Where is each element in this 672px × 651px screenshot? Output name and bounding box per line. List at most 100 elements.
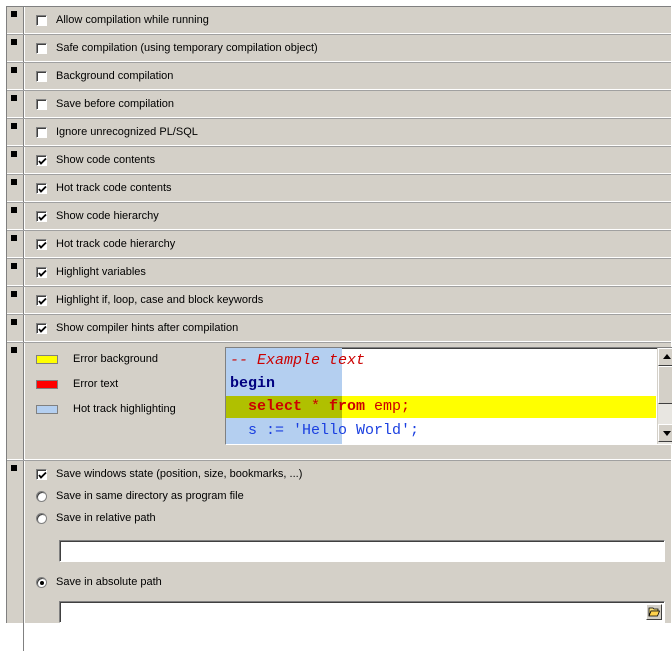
save-windows-state-label: Save windows state (position, size, book… bbox=[56, 468, 303, 480]
option-label: Safe compilation (using temporary compil… bbox=[56, 42, 318, 54]
code-keyword: select bbox=[248, 398, 303, 415]
row-marker-icon bbox=[11, 319, 17, 325]
row-marker-icon bbox=[11, 291, 17, 297]
divider bbox=[23, 7, 24, 34]
code-identifier: emp; bbox=[365, 398, 411, 415]
row-marker-icon bbox=[11, 39, 17, 45]
save-settings-section: Save windows state (position, size, book… bbox=[7, 461, 671, 651]
divider bbox=[23, 287, 24, 314]
row-marker-icon bbox=[11, 465, 17, 471]
save-same-directory-label: Save in same directory as program file bbox=[56, 490, 244, 502]
divider bbox=[23, 63, 24, 90]
option-row-background-compilation[interactable]: Background compilation bbox=[7, 63, 671, 91]
checkbox[interactable] bbox=[36, 295, 47, 306]
checkbox[interactable] bbox=[36, 99, 47, 110]
row-marker-icon bbox=[11, 123, 17, 129]
option-row-hot-track-code-hierarchy[interactable]: Hot track code hierarchy bbox=[7, 231, 671, 259]
option-label: Allow compilation while running bbox=[56, 14, 209, 26]
option-row-safe-compilation[interactable]: Safe compilation (using temporary compil… bbox=[7, 35, 671, 63]
save-absolute-path-radio[interactable] bbox=[36, 577, 47, 588]
code-operator: * bbox=[302, 398, 330, 415]
save-absolute-path-label: Save in absolute path bbox=[56, 576, 162, 588]
option-label: Hot track code hierarchy bbox=[56, 238, 176, 250]
option-row-hot-track-code-contents[interactable]: Hot track code contents bbox=[7, 175, 671, 203]
code-assignment: s := bbox=[248, 422, 294, 439]
divider bbox=[23, 91, 24, 118]
divider bbox=[23, 231, 24, 258]
checkbox[interactable] bbox=[36, 211, 47, 222]
scroll-thumb[interactable] bbox=[658, 366, 672, 404]
option-row-allow-compilation[interactable]: Allow compilation while running bbox=[7, 7, 671, 35]
save-relative-path-label: Save in relative path bbox=[56, 512, 156, 524]
checkbox[interactable] bbox=[36, 71, 47, 82]
checkbox[interactable] bbox=[36, 15, 47, 26]
option-row-highlight-keywords[interactable]: Highlight if, loop, case and block keywo… bbox=[7, 287, 671, 315]
divider bbox=[23, 461, 24, 651]
row-marker-icon bbox=[11, 207, 17, 213]
scroll-down-button[interactable] bbox=[658, 424, 672, 442]
checkbox[interactable] bbox=[36, 239, 47, 250]
row-marker-icon bbox=[11, 179, 17, 185]
save-relative-path-radio[interactable] bbox=[36, 513, 47, 524]
option-label: Show code hierarchy bbox=[56, 210, 159, 222]
option-row-compiler-hints[interactable]: Show compiler hints after compilation bbox=[7, 315, 671, 343]
row-marker-icon bbox=[11, 95, 17, 101]
row-marker-icon bbox=[11, 263, 17, 269]
preferences-panel: Allow compilation while running Safe com… bbox=[6, 6, 672, 651]
folder-open-icon bbox=[648, 607, 660, 617]
error-background-swatch[interactable] bbox=[36, 355, 58, 364]
absolute-path-input[interactable] bbox=[59, 601, 665, 623]
option-label: Highlight if, loop, case and block keywo… bbox=[56, 294, 264, 306]
error-text-label: Error text bbox=[73, 378, 119, 390]
option-label: Save before compilation bbox=[56, 98, 175, 110]
divider bbox=[23, 119, 24, 146]
save-same-directory-radio[interactable] bbox=[36, 491, 47, 502]
divider bbox=[23, 35, 24, 62]
checkmark-icon bbox=[38, 241, 47, 249]
option-label: Highlight variables bbox=[56, 266, 146, 278]
vertical-scrollbar[interactable] bbox=[657, 348, 672, 444]
code-begin: begin bbox=[230, 375, 276, 392]
arrow-down-icon bbox=[663, 431, 671, 436]
code-comment: -- Example text bbox=[230, 352, 366, 369]
option-row-save-before-compilation[interactable]: Save before compilation bbox=[7, 91, 671, 119]
checkbox[interactable] bbox=[36, 43, 47, 54]
relative-path-input[interactable] bbox=[59, 540, 665, 562]
checkbox[interactable] bbox=[36, 183, 47, 194]
divider bbox=[23, 259, 24, 286]
option-label: Ignore unrecognized PL/SQL bbox=[56, 126, 198, 138]
checkmark-icon bbox=[38, 325, 47, 333]
checkbox[interactable] bbox=[36, 127, 47, 138]
checkbox[interactable] bbox=[36, 267, 47, 278]
code-select-line: select * from emp; bbox=[248, 396, 410, 418]
checkmark-icon bbox=[38, 185, 47, 193]
code-assign-line: s := 'Hello World'; bbox=[248, 420, 419, 442]
row-marker-icon bbox=[11, 67, 17, 73]
code-preview[interactable]: -- Example text begin select * from emp;… bbox=[225, 347, 672, 445]
radio-selected-dot bbox=[40, 581, 44, 585]
option-row-show-code-hierarchy[interactable]: Show code hierarchy bbox=[7, 203, 671, 231]
option-row-ignore-unrecognized[interactable]: Ignore unrecognized PL/SQL bbox=[7, 119, 671, 147]
checkbox[interactable] bbox=[36, 323, 47, 334]
divider bbox=[23, 147, 24, 174]
row-marker-icon bbox=[11, 347, 17, 353]
hot-track-label: Hot track highlighting bbox=[73, 403, 176, 415]
hot-track-swatch[interactable] bbox=[36, 405, 58, 414]
error-text-swatch[interactable] bbox=[36, 380, 58, 389]
scroll-up-button[interactable] bbox=[658, 348, 672, 366]
checkmark-icon bbox=[38, 297, 47, 305]
browse-button[interactable] bbox=[646, 604, 662, 620]
divider bbox=[23, 315, 24, 342]
checkbox[interactable] bbox=[36, 155, 47, 166]
option-row-show-code-contents[interactable]: Show code contents bbox=[7, 147, 671, 175]
code-string: 'Hello World'; bbox=[293, 422, 420, 439]
checkmark-icon bbox=[38, 269, 47, 277]
divider bbox=[23, 175, 24, 202]
divider bbox=[23, 343, 24, 460]
divider bbox=[23, 203, 24, 230]
code-keyword: from bbox=[329, 398, 366, 415]
option-row-highlight-variables[interactable]: Highlight variables bbox=[7, 259, 671, 287]
option-label: Show code contents bbox=[56, 154, 156, 166]
option-label: Show compiler hints after compilation bbox=[56, 322, 239, 334]
save-windows-state-checkbox[interactable] bbox=[36, 469, 47, 480]
